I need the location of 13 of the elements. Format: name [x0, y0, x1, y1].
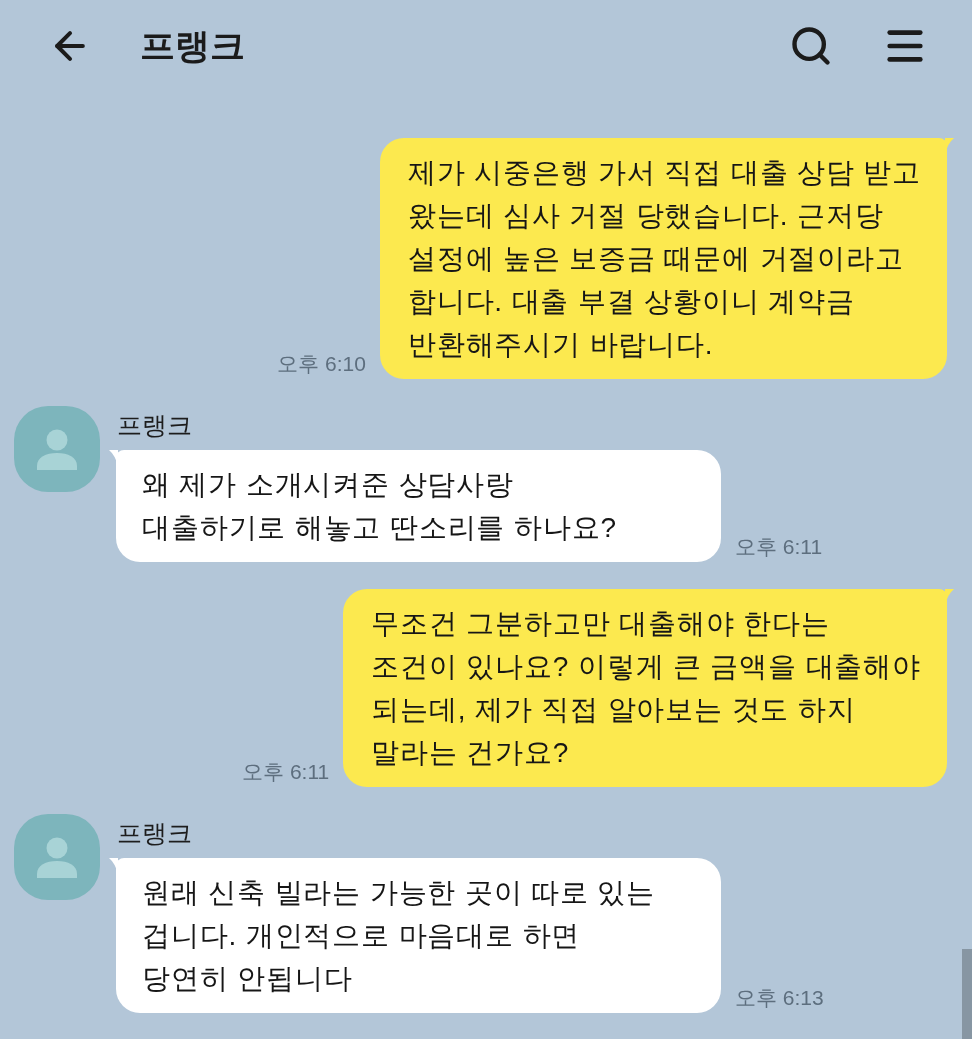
message-time: 오후 6:13: [735, 985, 824, 1011]
scrollbar-thumb[interactable]: [962, 949, 972, 1039]
message-time: 오후 6:11: [735, 534, 823, 560]
message-text: 제가 시중은행 가서 직접 대출 상담 받고 왔는데 심사 거절 당했습니다. 근저당 설정에 높은 보증금 때문에 거절이라고 합니다. 대출 부결 상황이니 계약금 반환해주시기 바랍니다.: [407, 156, 921, 362]
chat-title: 프랭크: [140, 25, 245, 67]
message-text: 무조건 그분하고만 대출해야 한다는 조건이 있나요? 이렇게 큰 금액을 대출해야 되는데, 제가 직접 알아보는 것도 하지 말라는 건가요?: [371, 607, 921, 770]
message-time: 오후 6:11: [242, 759, 330, 785]
sender-name: 프랭크: [117, 410, 192, 441]
message-time: 오후 6:10: [277, 351, 366, 377]
search-icon: [789, 24, 833, 68]
message-text: 원래 신축 빌라는 가능한 곳이 따로 있는 겁니다. 개인적으로 마음대로 하면 당연히 안됩니다: [142, 876, 657, 996]
message-text: 왜 제가 소개시켜준 상담사랑 대출하기로 해놓고 딴소리를 하나요?: [142, 468, 618, 545]
sender-name: 프랭크: [117, 818, 192, 849]
